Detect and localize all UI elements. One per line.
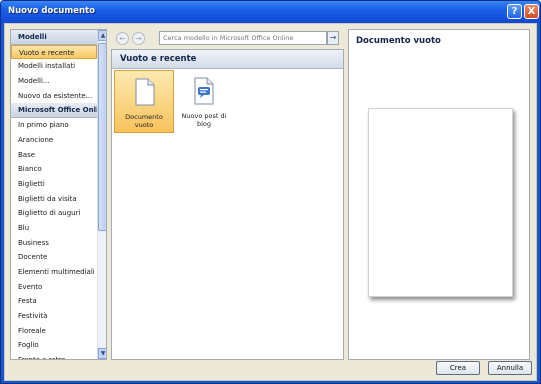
category-item[interactable]: Blu xyxy=(11,221,97,236)
back-button[interactable]: ← xyxy=(116,32,129,45)
categories-list: Modelli Vuoto e recente Modelli installati… xyxy=(11,30,97,359)
categories-panel: Modelli Vuoto e recente Modelli installati… xyxy=(10,29,107,360)
chevron-up-icon: ▲ xyxy=(100,32,106,39)
scroll-thumb[interactable] xyxy=(98,43,106,231)
category-item[interactable]: Biglietti da visita xyxy=(11,192,97,207)
arrow-left-icon: ← xyxy=(119,34,126,43)
category-item[interactable]: Base xyxy=(11,148,97,163)
arrow-right-icon: → xyxy=(135,34,142,43)
scroll-down-button[interactable]: ▼ xyxy=(98,348,106,359)
search-arrow-button[interactable]: → xyxy=(327,31,339,45)
close-icon: X xyxy=(527,6,536,17)
category-header: Microsoft Office Online xyxy=(11,103,97,119)
template-tile-blank-document[interactable]: Documento vuoto xyxy=(114,70,174,133)
category-item[interactable]: Foglio xyxy=(11,338,97,353)
category-item[interactable]: Modelli installati xyxy=(11,59,97,74)
create-button[interactable]: Crea xyxy=(436,361,480,375)
cancel-button[interactable]: Annulla xyxy=(488,361,532,375)
category-item[interactable]: Business xyxy=(11,236,97,251)
category-item[interactable]: In primo piano xyxy=(11,118,97,133)
category-item[interactable]: Festa xyxy=(11,294,97,309)
template-tile-blog-post[interactable]: Nuovo post di blog xyxy=(174,70,234,133)
categories-scrollbar[interactable]: ▲ ▼ xyxy=(97,30,106,359)
close-button[interactable]: X xyxy=(524,4,539,19)
category-item[interactable]: Biglietto di auguri xyxy=(11,206,97,221)
template-search-input[interactable] xyxy=(159,31,327,45)
blank-document-icon xyxy=(135,78,155,106)
preview-panel: Documento vuoto xyxy=(348,29,530,360)
category-item[interactable]: Arancione xyxy=(11,133,97,148)
category-item[interactable]: Festività xyxy=(11,309,97,324)
help-icon: ? xyxy=(511,6,518,17)
category-item[interactable]: Bianco xyxy=(11,162,97,177)
template-tile-label: Nuovo post di blog xyxy=(181,112,227,128)
scroll-up-button[interactable]: ▲ xyxy=(98,30,106,41)
arrow-right-icon: → xyxy=(329,33,337,42)
category-item[interactable]: Evento xyxy=(11,280,97,295)
category-item[interactable]: Modelli... xyxy=(11,74,97,89)
title-bar[interactable]: Nuovo documento ? X xyxy=(1,1,540,23)
category-header: Modelli xyxy=(11,30,97,45)
templates-panel: Vuoto e recente Documento vuoto Nuovo po… xyxy=(111,49,344,360)
category-item[interactable]: Nuovo da esistente... xyxy=(11,89,97,104)
window-title: Nuovo documento xyxy=(8,6,95,16)
category-item[interactable]: Fronte e retro xyxy=(11,353,97,359)
section-title: Vuoto e recente xyxy=(112,50,343,69)
category-item[interactable]: Docente xyxy=(11,250,97,265)
document-preview-thumbnail xyxy=(368,108,513,297)
help-button[interactable]: ? xyxy=(507,4,522,19)
category-item[interactable]: Floreale xyxy=(11,324,97,339)
category-item[interactable]: Elementi multimediali xyxy=(11,265,97,280)
blog-post-icon xyxy=(194,77,214,105)
template-tile-label: Documento vuoto xyxy=(125,113,163,129)
category-item[interactable]: Biglietti xyxy=(11,177,97,192)
forward-button[interactable]: → xyxy=(132,32,145,45)
dialog-window: Nuovo documento ? X Modelli Vuoto e recen… xyxy=(0,0,541,384)
category-item[interactable]: Vuoto e recente xyxy=(11,44,97,60)
chevron-down-icon: ▼ xyxy=(100,350,106,357)
preview-title: Documento vuoto xyxy=(356,36,441,46)
